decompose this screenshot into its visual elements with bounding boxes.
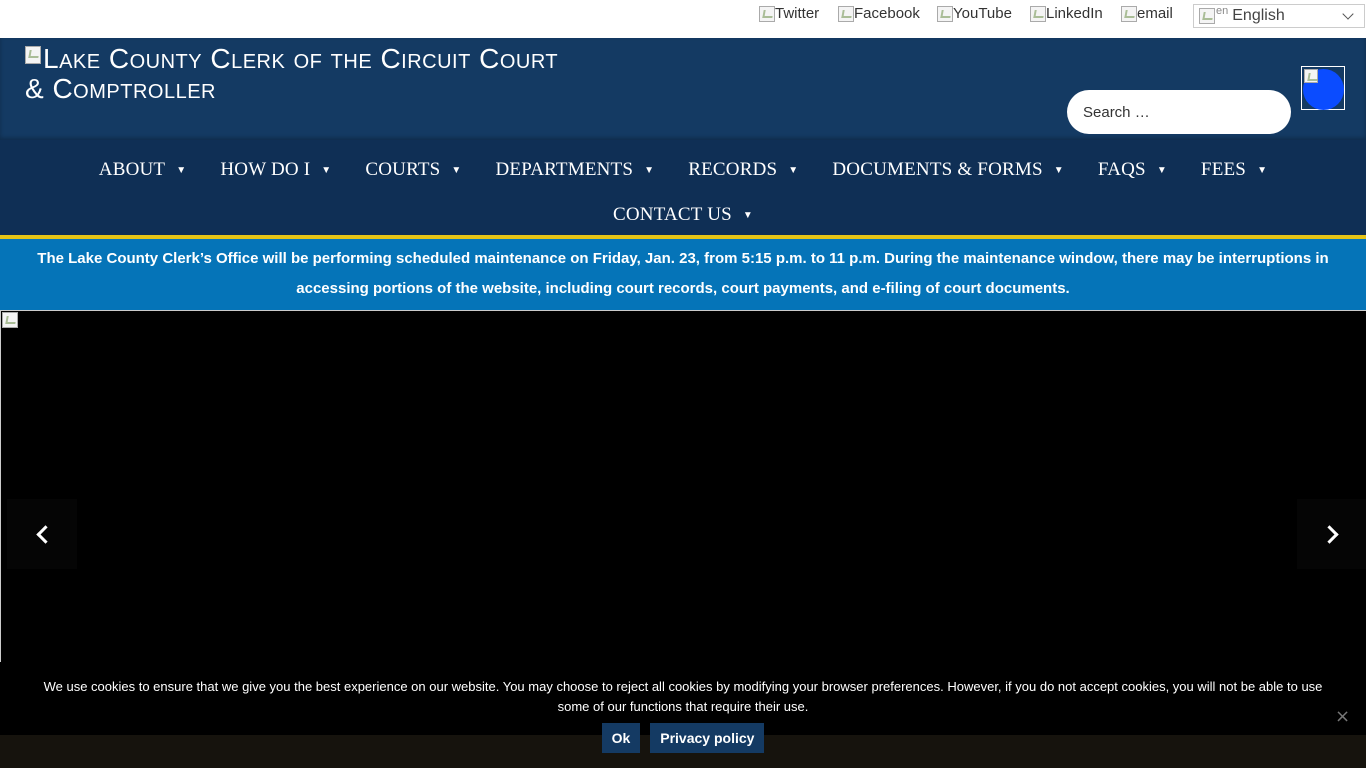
nav-label: FAQS <box>1097 159 1146 180</box>
caret-down-icon: ▼ <box>644 164 655 176</box>
caret-down-icon: ▼ <box>1257 164 1268 176</box>
search-placeholder: Search … <box>1083 103 1150 121</box>
caret-down-icon: ▼ <box>1053 164 1064 176</box>
language-selected: English <box>1232 7 1285 24</box>
twitter-label: Twitter <box>775 5 820 22</box>
linkedin-label: LinkedIn <box>1046 5 1103 22</box>
chevron-left-icon <box>35 524 55 544</box>
nav-item-departments[interactable]: DEPARTMENTS ▼ <box>479 158 672 182</box>
youtube-icon <box>937 6 953 22</box>
search-input[interactable]: Search … <box>1067 90 1291 134</box>
logo-text: Lake County Clerk of the Circuit Court &… <box>25 43 559 104</box>
alert-text: The Lake County Clerk’s Office will be p… <box>37 250 1329 297</box>
slider-prev-button[interactable] <box>7 499 77 569</box>
logo-image-icon <box>25 46 41 64</box>
nav-label: FEES <box>1200 159 1247 180</box>
nav-row-1: ABOUT ▼ HOW DO I ▼ COURTS ▼ DEPARTMENTS ▼ RE… <box>0 158 1366 182</box>
cookie-text: We use cookies to ensure that we give yo… <box>43 679 1323 714</box>
maintenance-alert: The Lake County Clerk’s Office will be p… <box>0 239 1366 310</box>
nav-label: HOW DO I <box>220 159 311 180</box>
linkedin-link[interactable]: LinkedIn <box>1030 6 1103 22</box>
privacy-policy-button[interactable]: Privacy policy <box>650 723 765 753</box>
nav-label: COURTS <box>365 159 441 180</box>
caret-down-icon: ▼ <box>742 209 753 221</box>
email-icon <box>1121 6 1137 22</box>
accessibility-image-icon <box>1304 69 1318 83</box>
site-header: Lake County Clerk of the Circuit Court &… <box>0 38 1366 140</box>
cookie-buttons: Ok Privacy policy <box>0 723 1366 753</box>
slider-next-button[interactable] <box>1297 499 1366 569</box>
email-link[interactable]: email <box>1121 6 1173 22</box>
facebook-label: Facebook <box>854 5 920 22</box>
nav-item-faqs[interactable]: FAQS ▼ <box>1081 158 1184 182</box>
nav-item-contact-us[interactable]: CONTACT US ▼ <box>596 203 770 227</box>
youtube-link[interactable]: YouTube <box>937 6 1012 22</box>
nav-label: DOCUMENTS & FORMS <box>832 159 1043 180</box>
nav-label: RECORDS <box>688 159 778 180</box>
nav-item-about[interactable]: ABOUT ▼ <box>82 158 204 182</box>
nav-item-fees[interactable]: FEES ▼ <box>1184 158 1284 182</box>
flag-icon <box>1199 8 1215 24</box>
nav-item-how-do-i[interactable]: HOW DO I ▼ <box>203 158 348 182</box>
slide-image-icon <box>2 312 18 328</box>
cookie-ok-button[interactable]: Ok <box>601 723 641 753</box>
chevron-right-icon <box>1319 524 1339 544</box>
top-social-bar: Twitter Facebook YouTube LinkedIn email … <box>0 0 1366 38</box>
nav-label: ABOUT <box>98 159 166 180</box>
flag-alt-text: en <box>1216 5 1229 17</box>
cookie-notice: We use cookies to ensure that we give yo… <box>0 662 1366 768</box>
facebook-icon <box>838 6 854 22</box>
nav-label: CONTACT US <box>612 204 732 225</box>
nav-row-2: CONTACT US ▼ <box>0 203 1366 227</box>
twitter-link[interactable]: Twitter <box>759 6 819 22</box>
accessibility-button[interactable] <box>1301 66 1345 110</box>
main-nav: ABOUT ▼ HOW DO I ▼ COURTS ▼ DEPARTMENTS ▼ RE… <box>0 140 1366 235</box>
language-select[interactable]: en English <box>1193 4 1365 28</box>
facebook-link[interactable]: Facebook <box>838 6 920 22</box>
caret-down-icon: ▼ <box>176 164 187 176</box>
twitter-icon <box>759 6 775 22</box>
nav-item-courts[interactable]: COURTS ▼ <box>348 158 478 182</box>
caret-down-icon: ▼ <box>788 164 799 176</box>
caret-down-icon: ▼ <box>451 164 462 176</box>
caret-down-icon: ▼ <box>321 164 332 176</box>
nav-label: DEPARTMENTS <box>495 159 634 180</box>
linkedin-icon <box>1030 6 1046 22</box>
email-label: email <box>1137 5 1173 22</box>
nav-item-records[interactable]: RECORDS ▼ <box>671 158 815 182</box>
chevron-down-icon <box>1342 8 1354 20</box>
youtube-label: YouTube <box>953 5 1012 22</box>
nav-item-documents-forms[interactable]: DOCUMENTS & FORMS ▼ <box>815 158 1080 182</box>
site-logo[interactable]: Lake County Clerk of the Circuit Court &… <box>25 44 585 104</box>
caret-down-icon: ▼ <box>1156 164 1167 176</box>
